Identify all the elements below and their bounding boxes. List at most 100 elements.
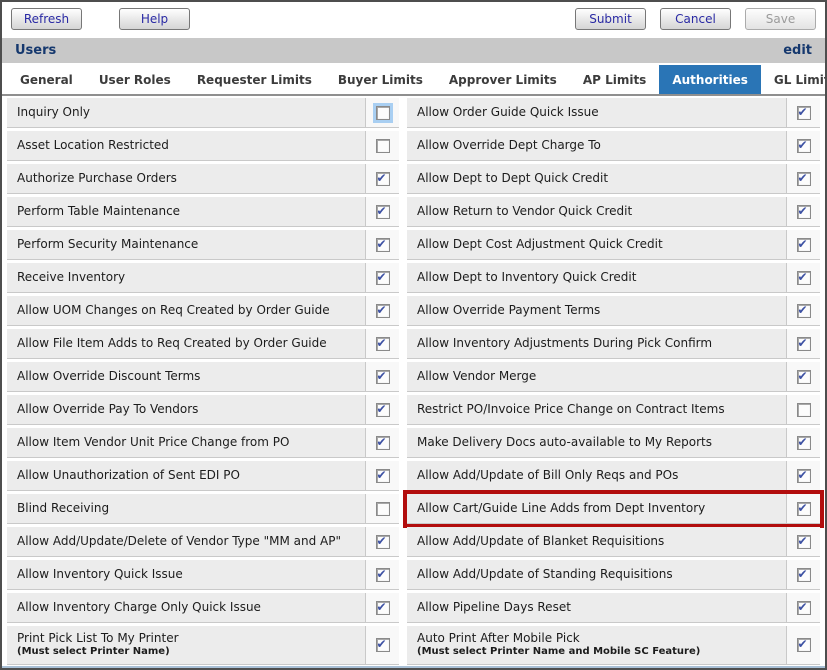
tab-authorities[interactable]: Authorities	[659, 65, 761, 94]
checkbox-cell	[365, 329, 399, 358]
authority-label-text: Allow Return to Vendor Quick Credit	[417, 205, 786, 219]
tab-gl-limits[interactable]: GL Limits	[761, 65, 827, 94]
authority-label-text: Blind Receiving	[17, 502, 365, 516]
table-row: Make Delivery Docs auto-available to My …	[407, 428, 820, 458]
checkbox-cell	[786, 395, 820, 424]
authority-checkbox[interactable]	[797, 568, 811, 582]
checkbox-cell	[365, 197, 399, 226]
tab-bar: GeneralUser RolesRequester LimitsBuyer L…	[2, 65, 825, 96]
users-page: Refresh Help Submit Cancel Save Users ed…	[0, 0, 827, 670]
authorities-column-right: Allow Order Guide Quick Issue Allow Overr…	[407, 98, 820, 665]
authority-checkbox[interactable]	[797, 502, 811, 516]
checkbox-cell	[365, 395, 399, 424]
authority-label: Allow Inventory Charge Only Quick Issue	[7, 593, 365, 622]
authority-checkbox[interactable]	[376, 535, 390, 549]
authority-checkbox[interactable]	[376, 337, 390, 351]
authority-label: Blind Receiving	[7, 494, 365, 523]
authority-label-text: Make Delivery Docs auto-available to My …	[417, 436, 786, 450]
authority-checkbox[interactable]	[797, 638, 811, 652]
checkbox-cell	[786, 197, 820, 226]
authority-checkbox[interactable]	[797, 172, 811, 186]
table-row: Blind Receiving	[7, 494, 399, 524]
authority-checkbox[interactable]	[376, 304, 390, 318]
authority-checkbox[interactable]	[376, 601, 390, 615]
authority-checkbox[interactable]	[797, 469, 811, 483]
authority-label-text: Allow Dept to Dept Quick Credit	[417, 172, 786, 186]
edit-link[interactable]: edit	[783, 43, 812, 58]
authority-checkbox[interactable]	[376, 205, 390, 219]
authority-checkbox[interactable]	[797, 535, 811, 549]
authority-label: Allow Override Pay To Vendors	[7, 395, 365, 424]
authority-label: Allow Add/Update of Bill Only Reqs and P…	[407, 461, 786, 490]
authority-label: Authorize Purchase Orders	[7, 164, 365, 193]
authority-label-text: Allow Override Pay To Vendors	[17, 403, 365, 417]
authority-note: (Must select Printer Name)	[17, 646, 365, 658]
authority-checkbox[interactable]	[797, 370, 811, 384]
authority-checkbox[interactable]	[376, 370, 390, 384]
authority-checkbox[interactable]	[376, 238, 390, 252]
authority-label: Allow Add/Update of Standing Requisition…	[407, 560, 786, 589]
authority-checkbox[interactable]	[376, 502, 390, 516]
tab-requester-limits[interactable]: Requester Limits	[184, 65, 325, 94]
authority-checkbox[interactable]	[797, 337, 811, 351]
authority-label: Perform Table Maintenance	[7, 197, 365, 226]
table-row: Allow Dept to Dept Quick Credit	[407, 164, 820, 194]
checkbox-cell	[786, 362, 820, 391]
authority-checkbox[interactable]	[797, 205, 811, 219]
submit-button[interactable]: Submit	[575, 8, 646, 30]
authority-label: Allow File Item Adds to Req Created by O…	[7, 329, 365, 358]
checkbox-cell	[786, 263, 820, 292]
authority-label-text: Allow Inventory Charge Only Quick Issue	[17, 601, 365, 615]
authority-label: Allow Pipeline Days Reset	[407, 593, 786, 622]
authority-label: Allow Cart/Guide Line Adds from Dept Inv…	[407, 494, 786, 523]
table-row: Allow Unauthorization of Sent EDI PO	[7, 461, 399, 491]
table-row: Allow Order Guide Quick Issue	[407, 98, 820, 128]
authority-checkbox[interactable]	[797, 139, 811, 153]
authority-checkbox[interactable]	[376, 568, 390, 582]
checkbox-cell	[786, 527, 820, 556]
authority-checkbox[interactable]	[376, 469, 390, 483]
authority-checkbox[interactable]	[376, 106, 390, 120]
tab-user-roles[interactable]: User Roles	[86, 65, 184, 94]
authority-checkbox[interactable]	[376, 403, 390, 417]
authority-checkbox[interactable]	[376, 436, 390, 450]
tab-buyer-limits[interactable]: Buyer Limits	[325, 65, 436, 94]
authority-checkbox[interactable]	[376, 172, 390, 186]
toolbar: Refresh Help Submit Cancel Save	[2, 2, 825, 35]
authority-checkbox[interactable]	[797, 403, 811, 417]
authority-label: Restrict PO/Invoice Price Change on Cont…	[407, 395, 786, 424]
tab-ap-limits[interactable]: AP Limits	[570, 65, 660, 94]
help-button[interactable]: Help	[119, 8, 190, 30]
authority-label-text: Allow File Item Adds to Req Created by O…	[17, 337, 365, 351]
authority-label: Allow Add/Update/Delete of Vendor Type "…	[7, 527, 365, 556]
checkbox-cell	[786, 329, 820, 358]
authority-checkbox[interactable]	[376, 271, 390, 285]
tab-approver-limits[interactable]: Approver Limits	[436, 65, 570, 94]
bottom-divider	[2, 666, 825, 668]
refresh-button[interactable]: Refresh	[11, 8, 82, 30]
table-row: Allow Cart/Guide Line Adds from Dept Inv…	[407, 494, 820, 524]
authority-label-text: Allow Add/Update of Bill Only Reqs and P…	[417, 469, 786, 483]
authority-label-text: Allow UOM Changes on Req Created by Orde…	[17, 304, 365, 318]
table-row: Asset Location Restricted	[7, 131, 399, 161]
tab-general[interactable]: General	[7, 65, 86, 94]
authority-label-text: Allow Override Discount Terms	[17, 370, 365, 384]
checkbox-cell	[365, 164, 399, 193]
authority-checkbox[interactable]	[797, 238, 811, 252]
cancel-button[interactable]: Cancel	[660, 8, 731, 30]
authority-checkbox[interactable]	[797, 106, 811, 120]
authority-checkbox[interactable]	[797, 304, 811, 318]
table-row: Allow Override Payment Terms	[407, 296, 820, 326]
authority-label: Allow Dept to Inventory Quick Credit	[407, 263, 786, 292]
authority-label-text: Allow Vendor Merge	[417, 370, 786, 384]
authority-checkbox[interactable]	[797, 436, 811, 450]
table-row: Allow Return to Vendor Quick Credit	[407, 197, 820, 227]
authority-checkbox[interactable]	[376, 638, 390, 652]
authority-checkbox[interactable]	[797, 601, 811, 615]
authority-label-text: Allow Inventory Quick Issue	[17, 568, 365, 582]
table-row: Allow Add/Update of Bill Only Reqs and P…	[407, 461, 820, 491]
authority-label: Receive Inventory	[7, 263, 365, 292]
authority-checkbox[interactable]	[797, 271, 811, 285]
authority-label-text: Allow Add/Update of Standing Requisition…	[417, 568, 786, 582]
authority-checkbox[interactable]	[376, 139, 390, 153]
